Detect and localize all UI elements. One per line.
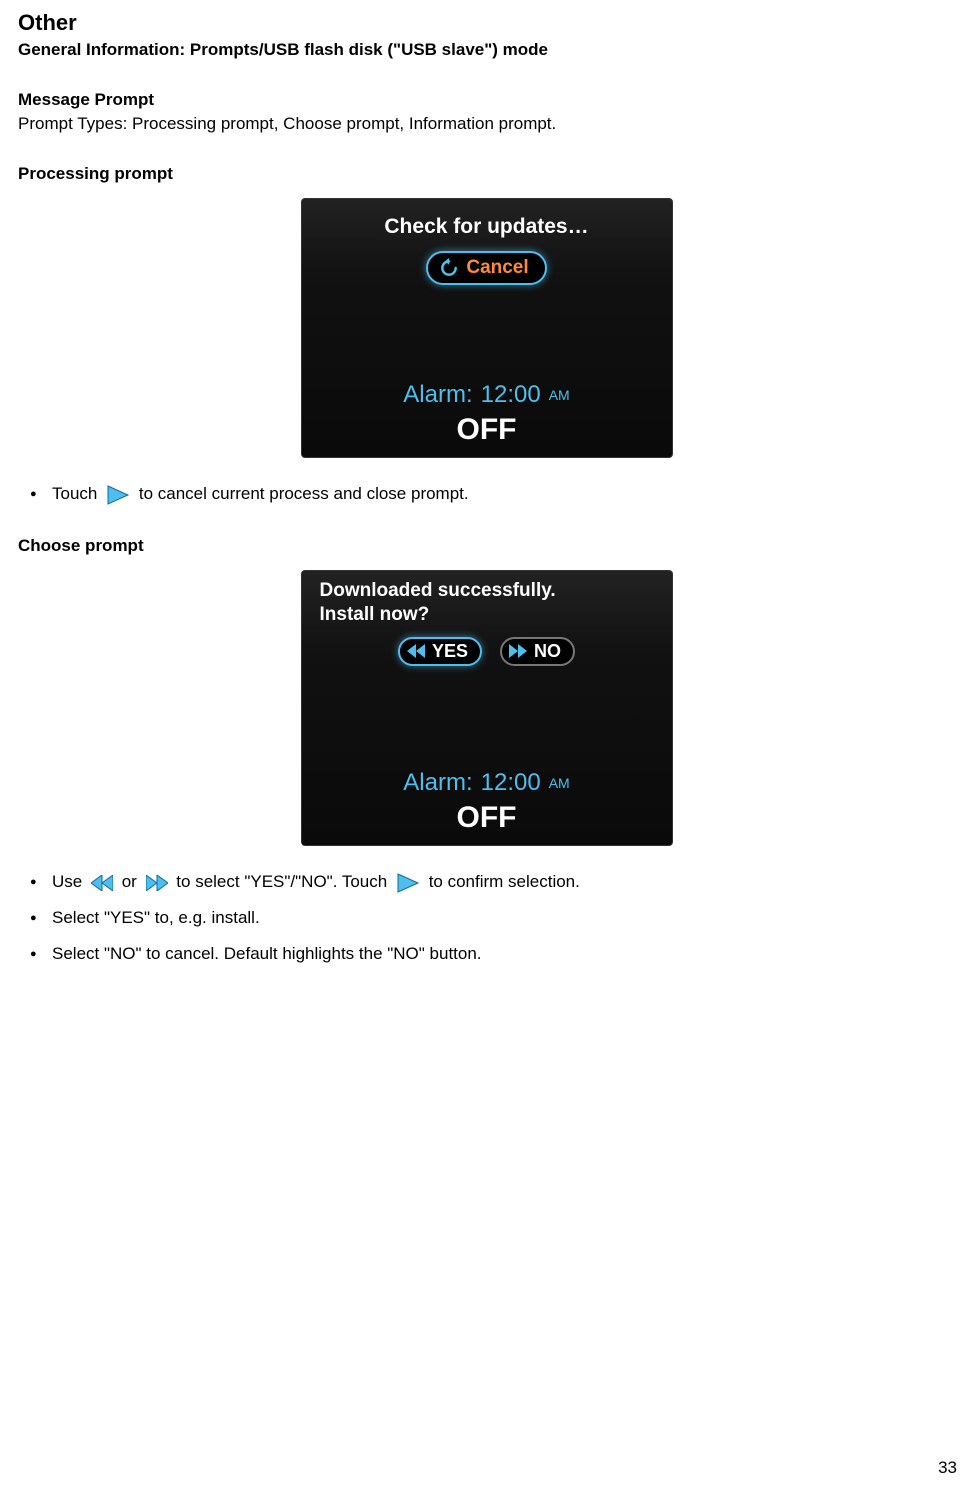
alarm-off: OFF <box>457 413 517 447</box>
yes-label: YES <box>432 641 468 662</box>
play-icon <box>106 484 130 506</box>
alarm-ampm: AM <box>549 387 570 403</box>
cancel-button[interactable]: Cancel <box>426 251 546 285</box>
yes-button[interactable]: YES <box>398 637 482 666</box>
rewind-icon <box>91 875 113 891</box>
alarm-label: Alarm: <box>403 769 472 797</box>
no-button[interactable]: NO <box>500 637 575 666</box>
choose-line1: Downloaded successfully. <box>320 579 654 603</box>
play-icon <box>396 872 420 894</box>
alarm-row: Alarm: 12:00 AM <box>302 381 672 409</box>
message-prompt-text: Prompt Types: Processing prompt, Choose … <box>18 114 955 134</box>
list-item: Select "YES" to, e.g. install. <box>52 904 955 932</box>
list-item: Select "NO" to cancel. Default highlight… <box>52 940 955 968</box>
page-title: Other <box>18 10 955 36</box>
choose-bullets: Use or to select "YES"/"NO". Touch <box>18 868 955 968</box>
choose-line2: Install now? <box>320 603 654 627</box>
bullet-text-pre: Touch <box>52 484 97 503</box>
choose-screenshot: Downloaded successfully. Install now? YE… <box>301 570 673 846</box>
rewind-icon <box>406 641 426 661</box>
cancel-label: Cancel <box>466 257 528 279</box>
message-prompt-heading: Message Prompt <box>18 90 955 110</box>
refresh-icon <box>438 257 460 279</box>
bullet-text: Use <box>52 872 82 891</box>
alarm-ampm: AM <box>549 775 570 791</box>
processing-heading: Processing prompt <box>18 164 955 184</box>
choose-message: Downloaded successfully. Install now? <box>302 579 672 627</box>
processing-screenshot: Check for updates… Cancel Alarm: 12:00 A… <box>301 198 673 458</box>
alarm-label: Alarm: <box>403 381 472 409</box>
forward-icon <box>508 641 528 661</box>
alarm-time: 12:00 <box>481 381 541 409</box>
processing-title: Check for updates… <box>384 215 588 239</box>
list-item: Touch to cancel current process and clos… <box>52 480 955 508</box>
list-item: Use or to select "YES"/"NO". Touch <box>52 868 955 896</box>
bullet-text-post: to cancel current process and close prom… <box>139 484 469 503</box>
processing-bullets: Touch to cancel current process and clos… <box>18 480 955 508</box>
alarm-off: OFF <box>457 801 517 835</box>
alarm-row: Alarm: 12:00 AM <box>302 769 672 797</box>
page-subtitle: General Information: Prompts/USB flash d… <box>18 40 955 60</box>
no-label: NO <box>534 641 561 662</box>
page-number: 33 <box>938 1458 957 1478</box>
bullet-text: to confirm selection. <box>429 872 580 891</box>
forward-icon <box>146 875 168 891</box>
bullet-text: or <box>122 872 137 891</box>
alarm-time: 12:00 <box>481 769 541 797</box>
choose-heading: Choose prompt <box>18 536 955 556</box>
bullet-text: to select "YES"/"NO". Touch <box>176 872 387 891</box>
